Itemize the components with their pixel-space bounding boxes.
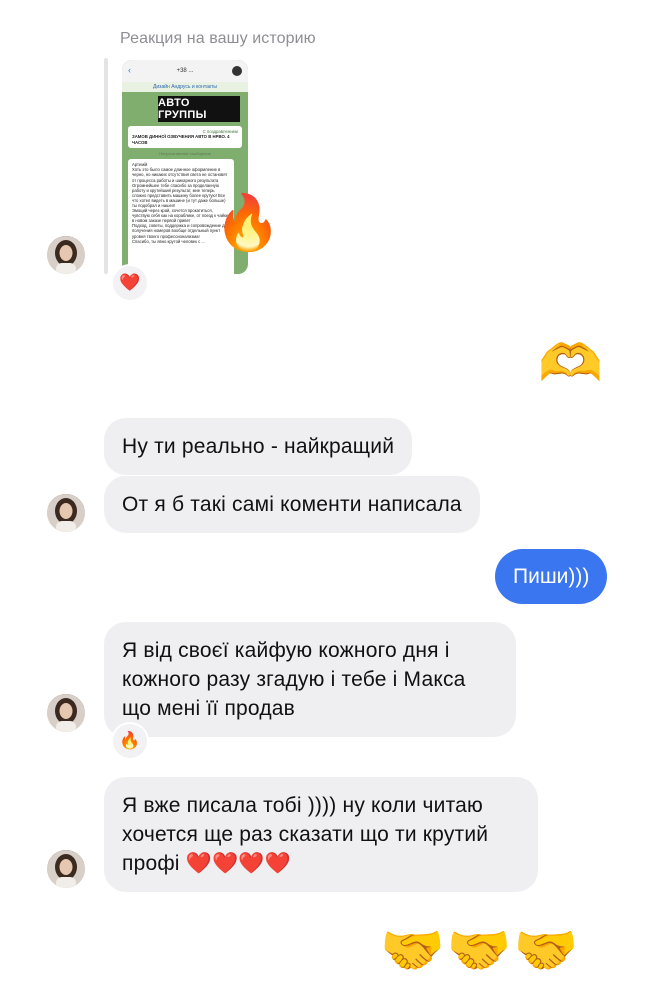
thumb-header: ‹ +38 ... [122,60,248,82]
message-reaction-fire[interactable]: 🔥 [113,724,147,758]
avatar-photo-icon [47,494,85,532]
thumb-card-line2: ЗАМОВ ДИННОЇ ОЗВУЧЕНИЯ АВТО В НРВО. 4 ЧА… [132,134,230,145]
avatar-photo-icon [47,694,85,732]
fire-emoji-sticker: 🔥 [214,193,282,253]
thumb-subtitle: Дизайн Андрусь и контакты [122,82,248,92]
outgoing-message[interactable]: Пиши))) [495,549,608,604]
thumb-avatar-icon [232,66,242,76]
thumb-banner: АВТО ГРУППЫ [158,96,240,122]
incoming-message[interactable]: Ну ти реально - найкращий [104,418,413,475]
avatar[interactable] [47,850,85,888]
message-reaction-heart[interactable]: ❤️ [113,266,147,300]
avatar-photo-icon [47,236,85,274]
avatar[interactable] [47,494,85,532]
story-reply-caption: Реакция на вашу историю [120,30,316,47]
handshake-emojis: 🤝🤝🤝 [380,922,581,980]
hands-heart-emoji: 🫶 [538,335,603,393]
story-reply-bar [104,58,108,274]
incoming-message[interactable]: Я вже писала тобі )))) ну коли читаю хоч… [104,777,538,892]
thumb-card: С поздравлением ЗАМОВ ДИННОЇ ОЗВУЧЕНИЯ А… [128,126,242,149]
thumb-unread-label: Непрочитанные сообщения [159,151,211,157]
avatar[interactable] [47,236,85,274]
avatar[interactable] [47,694,85,732]
incoming-message[interactable]: Я від своєї кайфую кожного дня і кожного… [104,622,516,737]
incoming-message[interactable]: От я б такі самі коменти написала [104,476,480,533]
thumb-header-title: +38 ... [176,68,194,74]
avatar-photo-icon [47,850,85,888]
back-arrow-icon: ‹ [128,65,131,75]
